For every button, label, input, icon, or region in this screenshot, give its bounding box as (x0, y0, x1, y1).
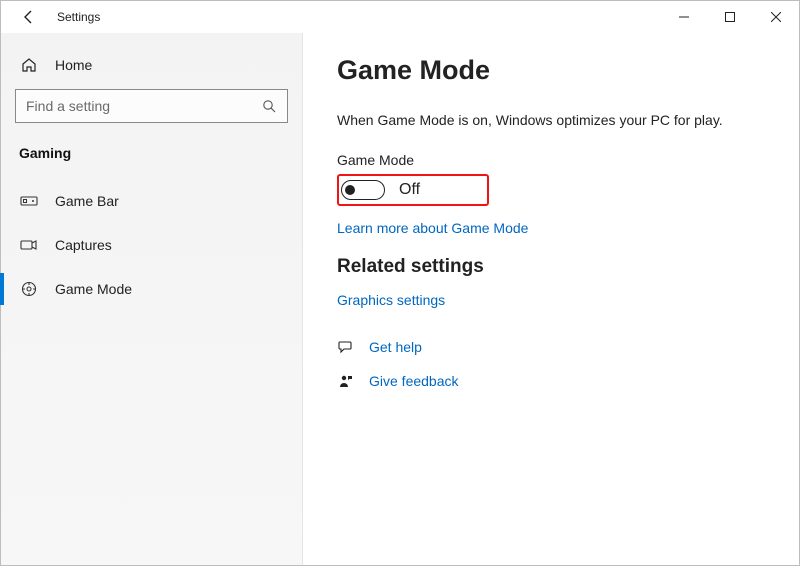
window-title: Settings (57, 10, 100, 24)
toggle-knob (345, 185, 355, 195)
graphics-settings-link[interactable]: Graphics settings (337, 292, 765, 308)
sidebar-item-label: Game Bar (55, 193, 119, 209)
close-button[interactable] (753, 1, 799, 33)
minimize-button[interactable] (661, 1, 707, 33)
get-help-link: Get help (369, 339, 422, 355)
game-mode-icon (19, 279, 39, 299)
game-mode-toggle-row: Off (337, 174, 489, 206)
content-area: Home Find a setting Gaming Game Bar (1, 33, 799, 565)
chat-icon (337, 338, 355, 356)
give-feedback-row[interactable]: Give feedback (337, 372, 765, 390)
home-label: Home (55, 57, 92, 73)
settings-window: Settings Home Find a setting (0, 0, 800, 566)
search-input[interactable]: Find a setting (15, 89, 288, 123)
search-icon (261, 98, 277, 114)
back-button[interactable] (17, 5, 41, 29)
search-placeholder: Find a setting (26, 98, 261, 114)
maximize-icon (725, 12, 735, 22)
game-mode-toggle[interactable] (341, 180, 385, 200)
titlebar: Settings (1, 1, 799, 33)
feedback-person-icon (337, 372, 355, 390)
get-help-row[interactable]: Get help (337, 338, 765, 356)
sidebar-nav-list: Game Bar Captures Game Mode (1, 179, 302, 311)
sidebar-item-label: Captures (55, 237, 112, 253)
captures-icon (19, 235, 39, 255)
home-icon (19, 55, 39, 75)
give-feedback-link: Give feedback (369, 373, 459, 389)
maximize-button[interactable] (707, 1, 753, 33)
main-panel: Game Mode When Game Mode is on, Windows … (303, 33, 799, 565)
toggle-state-text: Off (399, 181, 420, 199)
sidebar-item-game-mode[interactable]: Game Mode (1, 267, 302, 311)
sidebar-item-label: Game Mode (55, 281, 132, 297)
related-settings-heading: Related settings (337, 256, 765, 278)
page-description: When Game Mode is on, Windows optimizes … (337, 112, 765, 128)
close-icon (771, 12, 781, 22)
learn-more-link[interactable]: Learn more about Game Mode (337, 220, 765, 236)
page-title: Game Mode (337, 55, 765, 86)
sidebar: Home Find a setting Gaming Game Bar (1, 33, 303, 565)
sidebar-item-captures[interactable]: Captures (1, 223, 302, 267)
toggle-label: Game Mode (337, 152, 765, 168)
minimize-icon (679, 12, 689, 22)
arrow-left-icon (21, 9, 37, 25)
sidebar-category-label: Gaming (1, 145, 302, 179)
game-bar-icon (19, 191, 39, 211)
sidebar-item-game-bar[interactable]: Game Bar (1, 179, 302, 223)
home-nav[interactable]: Home (1, 47, 302, 89)
